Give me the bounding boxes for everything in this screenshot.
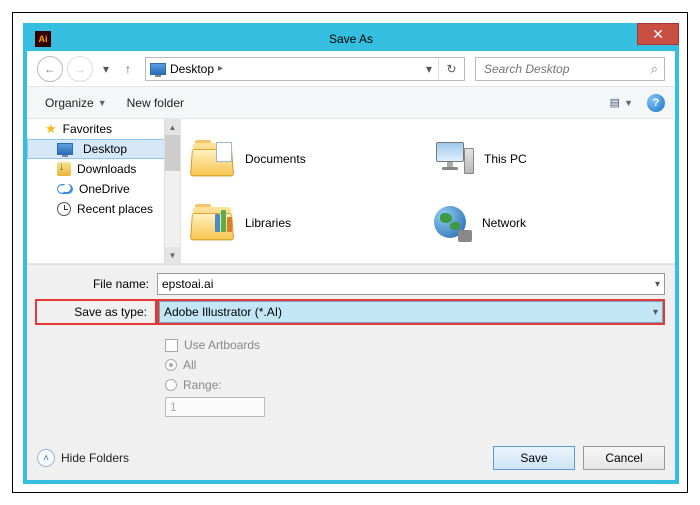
clock-icon [57, 202, 71, 216]
folder-label: Documents [245, 152, 306, 166]
folder-item-this-pc[interactable]: This PC [430, 129, 667, 189]
chevron-down-icon[interactable]: ▾ [653, 307, 658, 318]
hide-folders-button[interactable]: ˄ Hide Folders [37, 449, 129, 467]
range-label: Range: [183, 378, 222, 392]
scroll-up-icon[interactable]: ▲ [165, 119, 180, 135]
sidebar-item-label: OneDrive [79, 182, 130, 196]
address-bar[interactable]: Desktop ▸ ▾ ↻ [145, 57, 465, 81]
address-dropdown[interactable]: ▾ [420, 58, 438, 80]
scroll-down-icon[interactable]: ▼ [165, 247, 180, 263]
folder-item-network[interactable]: Network [430, 193, 667, 253]
history-dropdown[interactable]: ▾ [97, 58, 115, 80]
new-folder-button[interactable]: New folder [119, 93, 192, 113]
view-icon: ▤ [610, 96, 620, 109]
desktop-icon [57, 143, 73, 155]
sidebar-item-onedrive[interactable]: OneDrive [27, 179, 180, 199]
sidebar-scrollbar[interactable]: ▲ ▼ [164, 119, 180, 263]
help-button[interactable]: ? [647, 94, 665, 112]
chevron-down-icon: ▼ [98, 98, 107, 108]
folder-view: Documents This PC Libraries [181, 119, 675, 263]
sidebar-item-recent[interactable]: Recent places [27, 199, 180, 219]
chevron-up-icon: ˄ [37, 449, 55, 467]
form-area: File name: epstoai.ai ▾ Save as type: Ad… [27, 264, 675, 480]
cancel-label: Cancel [605, 451, 642, 465]
save-type-label: Save as type: [37, 305, 155, 319]
network-icon [432, 204, 472, 242]
sidebar-favorites-header[interactable]: ★ Favorites [27, 119, 180, 139]
sidebar-item-label: Downloads [77, 162, 136, 176]
cancel-button[interactable]: Cancel [583, 446, 665, 470]
star-icon: ★ [45, 121, 57, 137]
back-button[interactable]: ← [37, 56, 63, 82]
view-mode-button[interactable]: ▤ ▼ [606, 93, 637, 112]
favorites-label: Favorites [63, 122, 112, 136]
close-button[interactable]: ✕ [637, 23, 679, 45]
save-as-dialog: Ai Save As ✕ ← → ▾ ↑ Desktop ▸ ▾ [23, 23, 679, 484]
save-type-dropdown[interactable]: Adobe Illustrator (*.AI) ▾ [159, 301, 663, 323]
folder-label: Libraries [245, 216, 291, 230]
save-button[interactable]: Save [493, 446, 575, 470]
computer-icon [432, 140, 474, 178]
chevron-down-icon[interactable]: ▾ [655, 279, 660, 290]
range-input[interactable]: 1 [165, 397, 265, 417]
save-label: Save [520, 451, 547, 465]
folder-item-documents[interactable]: Documents [189, 129, 426, 189]
search-icon: ⌕ [651, 61, 658, 77]
organize-label: Organize [45, 96, 94, 110]
sidebar: ★ Favorites Desktop Downloads OneDrive [27, 119, 181, 263]
downloads-icon [57, 162, 71, 176]
desktop-icon [150, 63, 166, 75]
use-artboards-label: Use Artboards [184, 338, 260, 352]
sidebar-item-label: Recent places [77, 202, 153, 216]
file-name-label: File name: [37, 277, 157, 291]
hide-folders-label: Hide Folders [61, 451, 129, 465]
chevron-right-icon[interactable]: ▸ [214, 63, 227, 74]
file-name-value: epstoai.ai [162, 277, 213, 291]
window-title: Save As [27, 32, 675, 46]
all-label: All [183, 358, 196, 372]
forward-button[interactable]: → [67, 56, 93, 82]
sidebar-item-label: Desktop [83, 142, 127, 156]
folder-item-libraries[interactable]: Libraries [189, 193, 426, 253]
scroll-thumb[interactable] [165, 135, 180, 171]
folder-label: This PC [484, 152, 527, 166]
save-type-value-highlight: Adobe Illustrator (*.AI) ▾ [157, 299, 665, 325]
cloud-icon [57, 184, 73, 194]
libraries-icon [191, 204, 235, 242]
save-type-value: Adobe Illustrator (*.AI) [164, 305, 282, 319]
range-radio[interactable] [165, 379, 177, 391]
use-artboards-checkbox[interactable] [165, 339, 178, 352]
new-folder-label: New folder [127, 96, 184, 110]
artboard-options: Use Artboards All Range: 1 [165, 335, 665, 417]
save-type-label-highlight: Save as type: [35, 299, 157, 325]
search-box[interactable]: ⌕ [475, 57, 665, 81]
folder-label: Network [482, 216, 526, 230]
refresh-button[interactable]: ↻ [438, 58, 464, 80]
toolbar: Organize ▼ New folder ▤ ▼ ? [27, 87, 675, 119]
folder-icon [191, 140, 235, 178]
all-radio[interactable] [165, 359, 177, 371]
range-value: 1 [170, 400, 177, 414]
up-button[interactable]: ↑ [119, 58, 137, 80]
location-label: Desktop [170, 62, 214, 76]
organize-button[interactable]: Organize ▼ [37, 93, 115, 113]
file-name-input[interactable]: epstoai.ai ▾ [157, 273, 665, 295]
sidebar-item-downloads[interactable]: Downloads [27, 159, 180, 179]
nav-row: ← → ▾ ↑ Desktop ▸ ▾ ↻ ⌕ [27, 51, 675, 87]
sidebar-item-desktop[interactable]: Desktop [27, 139, 180, 159]
search-input[interactable] [482, 61, 651, 77]
titlebar: Ai Save As ✕ [27, 27, 675, 51]
chevron-down-icon: ▼ [624, 98, 633, 108]
